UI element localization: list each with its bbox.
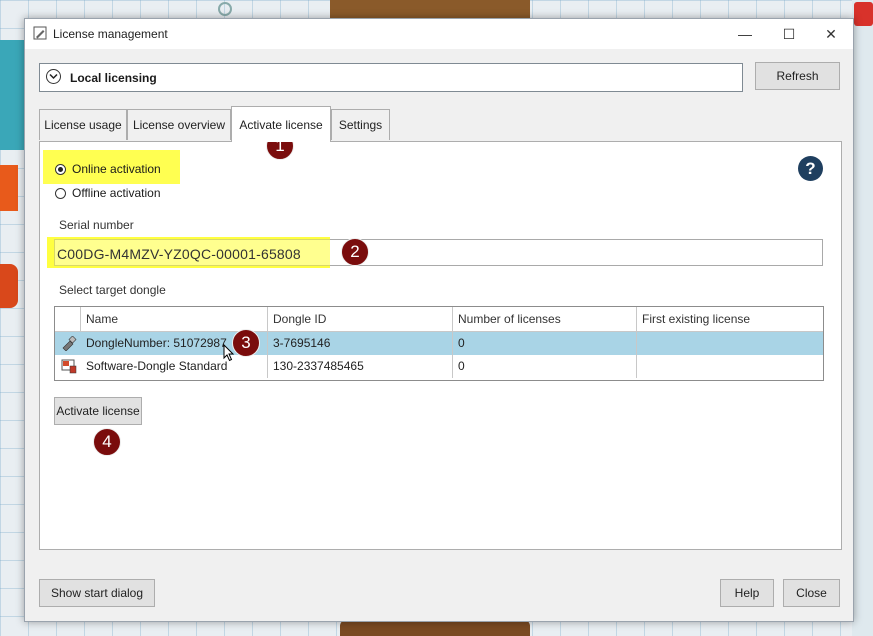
column-header-name[interactable]: Name xyxy=(81,307,268,331)
close-window-button[interactable]: ✕ xyxy=(809,19,853,49)
online-activation-radio[interactable]: Online activation xyxy=(55,162,161,176)
help-icon[interactable]: ? xyxy=(798,156,823,181)
first-license-cell xyxy=(637,332,823,355)
table-row[interactable]: Software-Dongle Standard 130-2337485465 … xyxy=(55,355,823,378)
license-management-window: License management — ☐ ✕ Local licensing… xyxy=(24,18,854,622)
select-dongle-label: Select target dongle xyxy=(59,283,166,297)
local-licensing-section[interactable]: Local licensing xyxy=(39,63,743,92)
step-badge-2: 2 xyxy=(341,238,369,266)
column-header-first-existing-license[interactable]: First existing license xyxy=(637,307,823,331)
maximize-button[interactable]: ☐ xyxy=(767,19,811,49)
usb-dongle-icon xyxy=(62,336,77,351)
serial-number-label: Serial number xyxy=(59,218,134,232)
dongle-id-cell: 3-7695146 xyxy=(268,332,453,355)
show-start-dialog-button[interactable]: Show start dialog xyxy=(39,579,155,607)
offline-activation-label: Offline activation xyxy=(72,186,161,200)
radio-selected-icon xyxy=(55,163,66,175)
licenses-cell: 0 xyxy=(453,332,637,355)
column-header-dongle-id[interactable]: Dongle ID xyxy=(268,307,453,331)
tab-activate-license[interactable]: Activate license xyxy=(231,106,331,142)
step-badge-3: 3 xyxy=(232,329,260,357)
offline-activation-radio[interactable]: Offline activation xyxy=(55,186,161,200)
refresh-button[interactable]: Refresh xyxy=(755,62,840,90)
icon-column-header xyxy=(55,307,81,331)
dongle-table: Name Dongle ID Number of licenses First … xyxy=(54,306,824,381)
first-license-cell xyxy=(637,355,823,378)
radio-unselected-icon xyxy=(55,187,66,199)
chevron-down-icon[interactable] xyxy=(46,69,61,84)
window-title: License management xyxy=(53,27,168,41)
step-badge-4: 4 xyxy=(93,428,121,456)
dongle-id-cell: 130-2337485465 xyxy=(268,355,453,378)
serial-number-value: C00DG-M4MZV-YZ0QC-00001-65808 xyxy=(57,246,301,262)
tab-license-overview[interactable]: License overview xyxy=(127,109,231,140)
licenses-cell: 0 xyxy=(453,355,637,378)
help-button[interactable]: Help xyxy=(720,579,774,607)
close-button[interactable]: Close xyxy=(783,579,840,607)
tab-settings[interactable]: Settings xyxy=(331,109,390,140)
license-app-icon xyxy=(33,26,47,40)
activate-license-button[interactable]: Activate license xyxy=(54,397,142,425)
software-dongle-icon xyxy=(61,359,77,374)
minimize-button[interactable]: — xyxy=(723,19,767,49)
table-header: Name Dongle ID Number of licenses First … xyxy=(55,307,823,332)
online-activation-label: Online activation xyxy=(72,162,161,176)
section-label: Local licensing xyxy=(70,71,157,85)
table-row[interactable]: DongleNumber: 51072987 3-7695146 0 xyxy=(55,332,823,355)
column-header-number-of-licenses[interactable]: Number of licenses xyxy=(453,307,637,331)
title-bar[interactable]: License management — ☐ ✕ xyxy=(25,19,853,49)
tab-license-usage[interactable]: License usage xyxy=(39,109,127,140)
dongle-name-cell: Software-Dongle Standard xyxy=(81,355,268,378)
